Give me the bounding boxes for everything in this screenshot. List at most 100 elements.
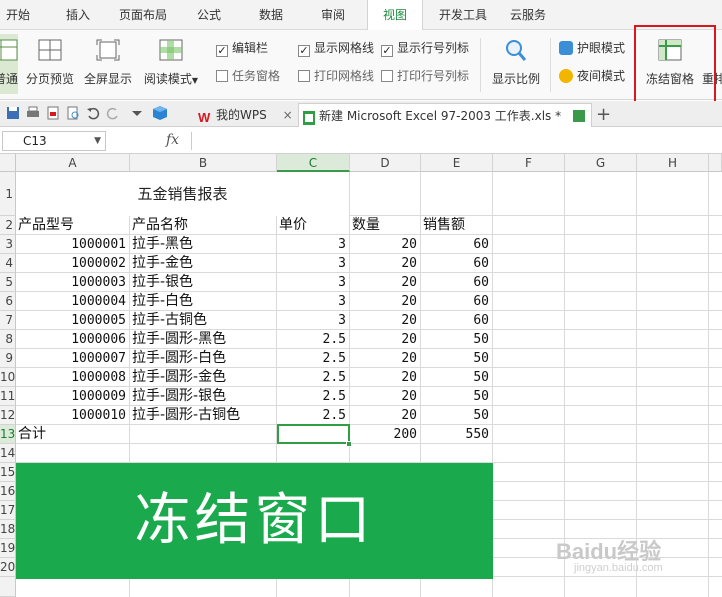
chevron-down-icon[interactable]: ▼ <box>94 132 101 150</box>
tab-developer[interactable]: 开发工具 <box>432 0 494 30</box>
total-qty-cell[interactable]: 200 <box>350 425 420 444</box>
table-cell[interactable]: 20 <box>350 406 420 425</box>
row-header[interactable]: 2 <box>0 216 16 235</box>
night-mode-button[interactable]: 夜间模式 <box>559 66 625 86</box>
row-header[interactable]: 19 <box>0 539 16 558</box>
row-header[interactable]: 15 <box>0 463 16 482</box>
table-cell[interactable]: 20 <box>350 349 420 368</box>
row-header[interactable]: 7 <box>0 311 16 330</box>
table-cell[interactable]: 拉手-圆形-银色 <box>130 387 276 406</box>
sheet-title-cell[interactable]: 五金销售报表 <box>16 172 349 216</box>
column-header-d[interactable]: D <box>350 154 421 172</box>
table-cell[interactable]: 60 <box>421 311 492 330</box>
row-header[interactable]: 9 <box>0 349 16 368</box>
export-pdf-icon[interactable] <box>46 106 60 120</box>
table-cell[interactable]: 60 <box>421 273 492 292</box>
undo-icon[interactable] <box>86 106 100 120</box>
row-header[interactable] <box>0 577 16 597</box>
column-header-a[interactable]: A <box>16 154 130 172</box>
table-cell[interactable]: 2.5 <box>277 406 349 425</box>
column-header-c[interactable]: C <box>277 154 350 172</box>
table-cell[interactable]: 3 <box>277 235 349 254</box>
table-cell[interactable]: 1000004 <box>16 292 129 311</box>
table-cell[interactable]: 60 <box>421 254 492 273</box>
tab-review[interactable]: 审阅 <box>310 0 356 30</box>
tab-formulas[interactable]: 公式 <box>186 0 232 30</box>
table-cell[interactable]: 2.5 <box>277 330 349 349</box>
table-cell[interactable]: 50 <box>421 330 492 349</box>
fx-icon[interactable]: fx <box>166 132 179 148</box>
rearrange-button[interactable]: 重排 <box>702 34 722 94</box>
table-cell[interactable]: 1000009 <box>16 387 129 406</box>
print-gridlines-checkbox[interactable]: 打印网格线 <box>298 66 374 86</box>
row-header[interactable]: 12 <box>0 406 16 425</box>
tab-view[interactable]: 视图 <box>367 0 423 31</box>
table-cell[interactable]: 20 <box>350 292 420 311</box>
show-gridlines-checkbox[interactable]: ✓ 显示网格线 <box>298 38 374 58</box>
column-header-h[interactable]: H <box>637 154 709 172</box>
show-headers-checkbox[interactable]: ✓ 显示行号列标 <box>381 38 469 58</box>
table-cell[interactable]: 拉手-圆形-金色 <box>130 368 276 387</box>
add-tab-button[interactable]: + <box>596 103 611 127</box>
name-box[interactable]: C13 ▼ <box>2 131 106 151</box>
row-header[interactable]: 10 <box>0 368 16 387</box>
table-cell[interactable]: 拉手-黑色 <box>130 235 276 254</box>
print-preview-icon[interactable] <box>66 106 80 120</box>
selected-cell[interactable] <box>277 424 350 444</box>
row-header[interactable]: 4 <box>0 254 16 273</box>
row-header[interactable]: 16 <box>0 482 16 501</box>
read-mode-button[interactable]: 阅读模式▼ <box>140 34 202 94</box>
row-header[interactable]: 14 <box>0 444 16 463</box>
table-cell[interactable]: 50 <box>421 349 492 368</box>
table-cell[interactable]: 60 <box>421 235 492 254</box>
row-header[interactable]: 1 <box>0 172 16 216</box>
column-header-e[interactable]: E <box>421 154 493 172</box>
print-icon[interactable] <box>26 106 40 120</box>
edit-bar-checkbox[interactable]: ✓ 编辑栏 <box>216 38 268 58</box>
fullscreen-button[interactable]: 全屏显示 <box>82 34 134 94</box>
total-label-cell[interactable]: 合计 <box>16 425 129 444</box>
table-cell[interactable]: 拉手-古铜色 <box>130 311 276 330</box>
table-cell[interactable]: 拉手-圆形-古铜色 <box>130 406 276 425</box>
table-cell[interactable]: 20 <box>350 311 420 330</box>
table-cell[interactable]: 2.5 <box>277 368 349 387</box>
zoom-button[interactable]: 显示比例 <box>488 34 544 94</box>
formula-input[interactable] <box>196 131 722 151</box>
table-cell[interactable]: 1000008 <box>16 368 129 387</box>
table-cell[interactable]: 1000010 <box>16 406 129 425</box>
row-header[interactable]: 5 <box>0 273 16 292</box>
spreadsheet-grid[interactable]: A B C D E F G H 1 2 3 4 5 6 7 8 9 10 11 … <box>0 154 722 597</box>
table-cell[interactable]: 拉手-白色 <box>130 292 276 311</box>
table-cell[interactable]: 1000003 <box>16 273 129 292</box>
header-cell-name[interactable]: 产品名称 <box>130 216 276 235</box>
table-cell[interactable]: 拉手-圆形-白色 <box>130 349 276 368</box>
table-cell[interactable]: 1000006 <box>16 330 129 349</box>
my-wps-tab[interactable]: W 我的WPS × <box>196 103 293 127</box>
row-header[interactable]: 8 <box>0 330 16 349</box>
table-cell[interactable]: 3 <box>277 292 349 311</box>
header-cell-price[interactable]: 单价 <box>277 216 349 235</box>
close-icon[interactable]: × <box>283 108 293 122</box>
save-icon[interactable] <box>6 106 20 120</box>
row-header[interactable]: 6 <box>0 292 16 311</box>
freeze-panes-button[interactable]: 冻结窗格 <box>640 34 700 94</box>
page-break-preview-button[interactable]: 分页预览 <box>24 34 76 94</box>
eye-mode-button[interactable]: 护眼模式 <box>559 38 625 58</box>
normal-view-button[interactable]: 普通 <box>0 34 18 94</box>
column-header-f[interactable]: F <box>493 154 565 172</box>
redo-icon[interactable] <box>106 106 120 120</box>
cloud-sync-icon[interactable] <box>572 110 585 122</box>
tab-data[interactable]: 数据 <box>248 0 294 30</box>
table-cell[interactable]: 20 <box>350 273 420 292</box>
table-cell[interactable]: 60 <box>421 292 492 311</box>
table-cell[interactable]: 3 <box>277 273 349 292</box>
tab-home[interactable]: 开始 <box>0 0 36 30</box>
row-header[interactable]: 11 <box>0 387 16 406</box>
header-cell-qty[interactable]: 数量 <box>350 216 420 235</box>
table-cell[interactable]: 拉手-金色 <box>130 254 276 273</box>
table-cell[interactable]: 1000001 <box>16 235 129 254</box>
header-cell-sales[interactable]: 销售额 <box>421 216 492 235</box>
table-cell[interactable]: 20 <box>350 330 420 349</box>
table-cell[interactable]: 1000005 <box>16 311 129 330</box>
print-headers-checkbox[interactable]: 打印行号列标 <box>381 66 469 86</box>
